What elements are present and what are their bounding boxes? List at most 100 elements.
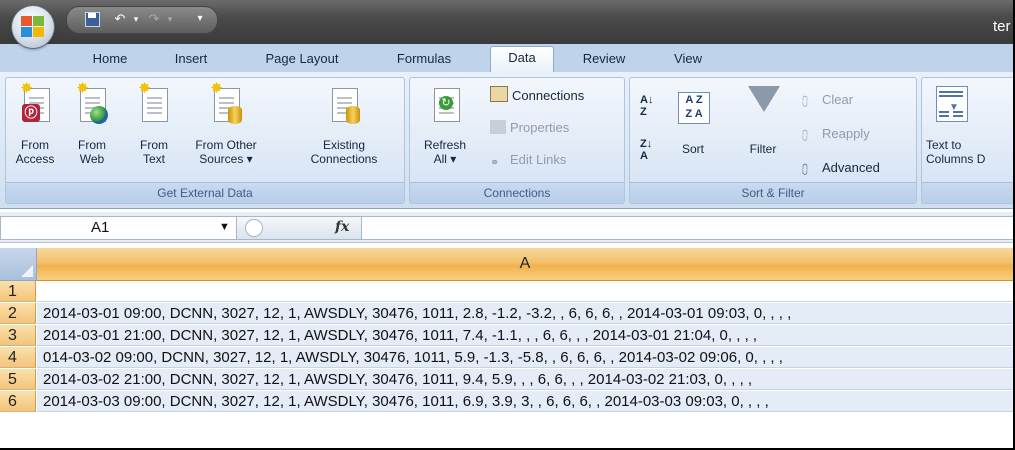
edit-links-button[interactable]: ⚭ Edit Links <box>490 150 566 170</box>
group-connections: ↻ Refresh All ▾ Connections Properties ⚭ E… <box>409 77 625 204</box>
connections-label: Connections <box>512 88 585 103</box>
worksheet-grid: A 1 2 2014-03-01 09:00, DCNN, 3027, 12, … <box>0 248 1013 448</box>
row-header[interactable]: 3 <box>0 325 36 346</box>
cell-a5[interactable]: 2014-03-02 21:00, DCNN, 3027, 12, 1, AWS… <box>37 369 1013 390</box>
save-icon[interactable] <box>85 12 100 27</box>
text-to-columns-label-1: Text to <box>926 138 962 152</box>
table-row: 4 014-03-02 09:00, DCNN, 3027, 12, 1, AW… <box>0 347 1013 369</box>
clear-icon: ⩇ <box>802 94 808 109</box>
group-label-sort-filter: Sort & Filter <box>630 182 916 203</box>
name-box[interactable]: A1 ▼ <box>0 216 238 240</box>
group-label-data-tools <box>922 182 1013 203</box>
row-header[interactable]: 4 <box>0 347 36 368</box>
from-web-label-1: From <box>78 138 106 152</box>
tab-page-layout[interactable]: Page Layout <box>254 48 350 70</box>
ribbon-tabs: Home Insert Page Layout Formulas Data Re… <box>0 44 1013 73</box>
tab-review[interactable]: Review <box>572 48 636 70</box>
from-text-label-2: Text <box>142 152 165 166</box>
reapply-label: Reapply <box>822 126 870 141</box>
cell-a4[interactable]: 014-03-02 09:00, DCNN, 3027, 12, 1, AWSD… <box>37 347 1013 368</box>
row-header[interactable]: 6 <box>0 391 36 412</box>
advanced-icon: ⩇ <box>802 162 808 177</box>
formula-cancel-icon[interactable] <box>245 219 263 237</box>
cell-a2[interactable]: 2014-03-01 09:00, DCNN, 3027, 12, 1, AWS… <box>37 303 1013 324</box>
advanced-button[interactable]: ⩇ Advanced <box>802 158 880 178</box>
table-row: 3 2014-03-01 21:00, DCNN, 3027, 12, 1, A… <box>0 325 1013 347</box>
table-row: 1 <box>0 281 1013 303</box>
redo-dropdown-icon[interactable]: ▾ <box>161 11 179 27</box>
customize-qat-icon[interactable]: ▾ <box>191 11 209 27</box>
undo-dropdown-icon[interactable]: ▾ <box>127 11 145 27</box>
clear-button[interactable]: ⩇ Clear <box>802 90 853 110</box>
refresh-icon: ↻ <box>430 82 462 124</box>
group-get-external-data: ✸ ⓟ From Access ✸ From Web ✸ From Text ✸ Fro… <box>5 77 405 204</box>
properties-label: Properties <box>510 120 570 135</box>
sort-z-to-a-button[interactable]: Z↓ A <box>640 138 652 164</box>
advanced-label: Advanced <box>822 160 880 175</box>
row-header[interactable]: 5 <box>0 369 36 390</box>
table-row: 5 2014-03-02 21:00, DCNN, 3027, 12, 1, A… <box>0 369 1013 391</box>
office-logo-icon <box>21 16 45 38</box>
office-button[interactable] <box>12 6 54 48</box>
reapply-button[interactable]: ⩇ Reapply <box>802 124 870 144</box>
row-header[interactable]: 2 <box>0 303 36 324</box>
from-access-label-1: From <box>21 138 49 152</box>
sort-label: Sort <box>681 142 704 156</box>
connections-icon <box>490 86 508 102</box>
access-icon: ✸ ⓟ <box>20 81 52 124</box>
group-label-connections: Connections <box>410 182 624 203</box>
from-access-label-2: Access <box>15 152 55 166</box>
edit-links-label: Edit Links <box>510 152 567 167</box>
text-to-columns-icon: ▼ <box>936 86 968 122</box>
connections-button[interactable]: Connections <box>490 86 584 106</box>
ribbon: ✸ ⓟ From Access ✸ From Web ✸ From Text ✸ Fro… <box>0 72 1013 209</box>
cell-a6[interactable]: 2014-03-03 09:00, DCNN, 3027, 12, 1, AWS… <box>37 391 1013 412</box>
group-sort-filter: A↓ Z Z↓ A A ZZ A Sort Filter ⩇ Clear ⩇ Reapp… <box>629 77 917 204</box>
name-box-value: A1 <box>91 219 110 236</box>
existing-label-1: Existing <box>322 138 366 152</box>
properties-button[interactable]: Properties <box>490 118 569 138</box>
web-icon: ✸ <box>76 81 108 124</box>
group-data-tools: ▼ Text to Columns D <box>921 77 1013 204</box>
text-to-columns-label-2: Columns <box>926 152 974 166</box>
from-other-label-2: Sources ▾ <box>199 152 253 166</box>
tab-insert[interactable]: Insert <box>162 48 220 70</box>
row-header[interactable]: 1 <box>0 281 36 302</box>
reapply-icon: ⩇ <box>802 128 808 143</box>
tab-formulas[interactable]: Formulas <box>384 48 464 70</box>
properties-icon <box>490 120 506 134</box>
group-label-get-external: Get External Data <box>6 182 404 203</box>
tab-data[interactable]: Data <box>490 46 554 73</box>
insert-function-button[interactable]: fx <box>335 219 349 235</box>
formula-input[interactable] <box>361 216 1013 240</box>
refresh-label-1: Refresh <box>423 138 467 152</box>
formula-buttons: fx <box>236 216 362 240</box>
title-bar: ↶ ▾ ↷ ▾ ▾ ter <box>0 0 1013 44</box>
cell-a3[interactable]: 2014-03-01 21:00, DCNN, 3027, 12, 1, AWS… <box>37 325 1013 346</box>
filter-label: Filter <box>749 142 777 156</box>
existing-label-2: Connections <box>310 152 378 166</box>
from-web-label-2: Web <box>79 152 105 166</box>
sort-icon: A ZZ A <box>678 92 710 124</box>
cell-a1[interactable] <box>37 281 1013 302</box>
tab-view[interactable]: View <box>660 48 716 70</box>
from-other-label-1: From Other <box>195 138 257 152</box>
excel-window: ↶ ▾ ↷ ▾ ▾ ter Home Insert Page Layout Fo… <box>0 0 1013 448</box>
other-sources-icon: ✸ <box>210 81 242 124</box>
filter-funnel-icon <box>748 86 780 112</box>
clear-label: Clear <box>822 92 854 107</box>
existing-connections-icon <box>328 82 360 124</box>
tab-home[interactable]: Home <box>80 48 140 70</box>
select-all-button[interactable] <box>0 248 37 281</box>
formula-bar: A1 ▼ fx <box>0 212 1013 243</box>
sort-a-to-z-button[interactable]: A↓ Z <box>640 94 653 120</box>
name-box-dropdown-icon[interactable]: ▼ <box>219 221 230 233</box>
text-file-icon: ✸ <box>138 81 170 124</box>
column-header-a[interactable]: A <box>37 248 1013 281</box>
edit-links-icon: ⚭ <box>490 157 500 169</box>
cut-off-button-label: D <box>976 152 986 166</box>
table-row: 6 2014-03-03 09:00, DCNN, 3027, 12, 1, A… <box>0 391 1013 413</box>
refresh-label-2: All ▾ <box>433 152 457 166</box>
window-title: ter <box>993 18 1011 35</box>
from-text-label-1: From <box>140 138 168 152</box>
